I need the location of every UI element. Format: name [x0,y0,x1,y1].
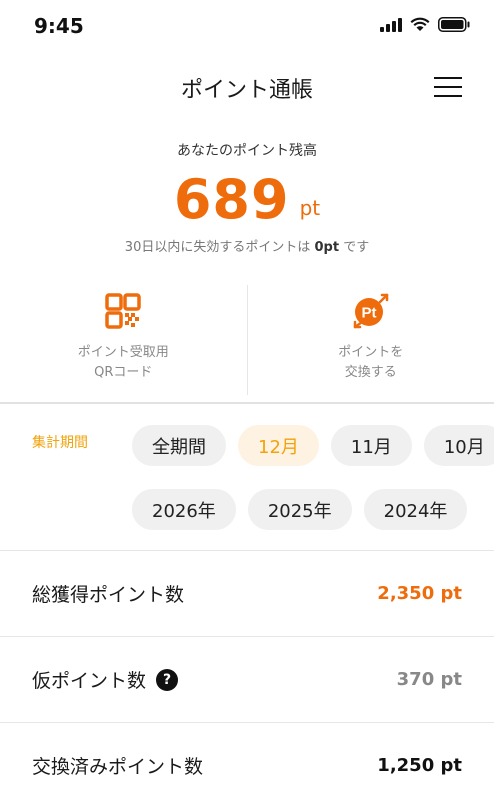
hamburger-menu-icon[interactable] [434,76,462,98]
period-label: 集計期間 [32,435,88,451]
period-chip-october[interactable]: 10月 [423,425,494,466]
question-icon[interactable]: ? [156,668,179,691]
battery-icon [438,17,470,32]
expire-suffix: です [339,240,370,255]
point-balance: あなたのポイント残高 689 pt 30日以内に失効するポイントは 0pt です [0,140,494,255]
period-chip-november[interactable]: 11月 [330,425,412,466]
stat-value: 370 pt [396,669,462,690]
section-divider [0,402,494,404]
balance-row: 689 pt [0,170,494,230]
status-bar: 9:45 [0,0,494,52]
stat-row-provisional: 仮ポイント数 ? 370 pt [0,636,494,722]
status-icons [380,17,470,32]
exchange-points-button[interactable]: Pt ポイントを 交換する [246,285,494,395]
status-time: 9:45 [34,14,84,38]
wifi-icon [410,17,430,31]
year-chip-2024[interactable]: 2024年 [363,489,468,530]
stat-value: 1,250 pt [377,755,462,776]
qr-code-button[interactable]: ポイント受取用 QRコード [0,285,247,395]
balance-unit: pt [299,196,321,220]
year-chip-2025[interactable]: 2025年 [247,489,352,530]
cellular-signal-icon [380,17,402,32]
stat-label: 仮ポイント数 [32,670,147,692]
stat-label: 総獲得ポイント数 [32,584,185,606]
expire-value: 0pt [314,240,340,255]
stat-label-group: 仮ポイント数 ? [32,666,179,693]
stat-row-total-earned: 総獲得ポイント数 2,350 pt [0,550,494,636]
month-filter-row: 全期間 12月 11月 10月 [132,425,494,466]
page-title: ポイント通帳 [180,78,313,103]
nav-bar: ポイント通帳 [0,60,494,112]
expire-prefix: 30日以内に失効するポイントは [124,240,315,255]
action-buttons: ポイント受取用 QRコード Pt ポイントを 交換する [0,285,494,395]
balance-value: 689 [173,168,290,231]
exchange-points-label: ポイントを 交換する [338,345,404,380]
qr-code-label: ポイント受取用 QRコード [77,345,169,380]
qr-code-icon [105,293,141,329]
stat-label: 交換済みポイント数 [32,756,204,778]
stat-row-exchanged: 交換済みポイント数 1,250 pt [0,722,494,802]
expire-note: 30日以内に失効するポイントは 0pt です [0,236,494,255]
svg-text:Pt: Pt [361,305,376,322]
year-chip-2026[interactable]: 2026年 [132,489,236,530]
balance-label: あなたのポイント残高 [177,143,317,159]
stat-value: 2,350 pt [377,583,462,604]
pt-exchange-icon: Pt [353,293,388,329]
year-filter-row: 2026年 2025年 2024年 [132,489,468,530]
period-chip-december[interactable]: 12月 [238,425,319,466]
period-chip-all[interactable]: 全期間 [132,425,226,466]
